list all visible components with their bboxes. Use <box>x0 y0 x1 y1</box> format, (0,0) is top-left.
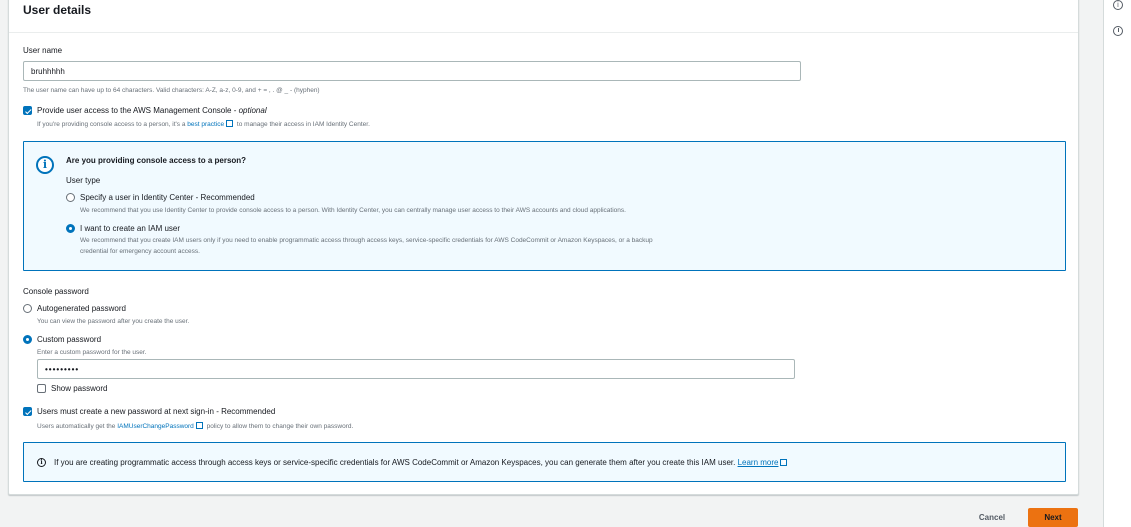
external-link-icon <box>226 120 234 127</box>
best-practice-link[interactable]: best practice <box>187 121 224 128</box>
programmatic-access-text: If you are creating programmatic access … <box>54 458 789 467</box>
cancel-button[interactable]: Cancel <box>968 508 1016 527</box>
iam-user-desc-line1: We recommend that you create IAM users o… <box>80 237 653 244</box>
console-person-info-box: i Are you providing console access to a … <box>23 141 1066 271</box>
iam-user-desc-line2: credential for emergency account access. <box>80 248 200 255</box>
user-details-panel: User details User name The user name can… <box>8 0 1079 495</box>
optional-text: optional <box>238 106 267 115</box>
programmatic-access-info-box: i If you are creating programmatic acces… <box>23 442 1066 482</box>
iam-user-label[interactable]: I want to create an IAM user <box>80 224 180 233</box>
username-hint: The user name can have up to 64 characte… <box>23 87 320 94</box>
reset-password-label[interactable]: Users must create a new password at next… <box>37 407 275 416</box>
right-utility-rail: i <box>1103 0 1131 527</box>
info-icon: i <box>36 156 54 174</box>
custom-password-input[interactable] <box>37 359 795 379</box>
reset-password-checkbox[interactable] <box>23 407 32 416</box>
next-button[interactable]: Next <box>1028 508 1078 527</box>
main-content: User details User name The user name can… <box>0 0 1090 527</box>
external-link-icon <box>195 422 203 429</box>
autogenerated-password-label[interactable]: Autogenerated password <box>37 304 126 313</box>
console-access-label[interactable]: Provide user access to the AWS Managemen… <box>37 106 267 115</box>
info-icon[interactable]: i <box>1113 0 1123 10</box>
custom-password-label[interactable]: Custom password <box>37 335 101 344</box>
custom-password-desc: Enter a custom password for the user. <box>37 349 147 356</box>
autogenerated-password-desc: You can view the password after you crea… <box>37 318 190 325</box>
console-access-hint: If you're providing console access to a … <box>37 120 370 128</box>
identity-center-radio[interactable] <box>66 193 75 202</box>
external-link-icon <box>780 459 788 466</box>
panel-title: User details <box>23 3 92 17</box>
reset-password-hint: Users automatically get the IAMUserChang… <box>37 422 354 430</box>
iam-user-radio[interactable] <box>66 224 75 233</box>
username-label: User name <box>23 46 63 55</box>
clock-icon[interactable] <box>1113 26 1123 36</box>
user-type-label: User type <box>66 176 101 185</box>
autogenerated-password-radio[interactable] <box>23 304 32 313</box>
info-icon: i <box>37 458 46 467</box>
show-password-checkbox[interactable] <box>37 384 46 393</box>
learn-more-link[interactable]: Learn more <box>738 458 779 467</box>
console-access-checkbox[interactable] <box>23 106 32 115</box>
iam-user-change-password-link[interactable]: IAMUserChangePassword <box>117 423 194 430</box>
console-password-label: Console password <box>23 287 89 296</box>
person-box-title: Are you providing console access to a pe… <box>66 156 247 165</box>
header-divider <box>9 32 1078 33</box>
identity-center-desc: We recommend that you use Identity Cente… <box>80 207 626 214</box>
username-input[interactable] <box>23 61 801 81</box>
custom-password-radio[interactable] <box>23 335 32 344</box>
identity-center-label[interactable]: Specify a user in Identity Center - Reco… <box>80 193 255 202</box>
show-password-label[interactable]: Show password <box>51 384 107 393</box>
